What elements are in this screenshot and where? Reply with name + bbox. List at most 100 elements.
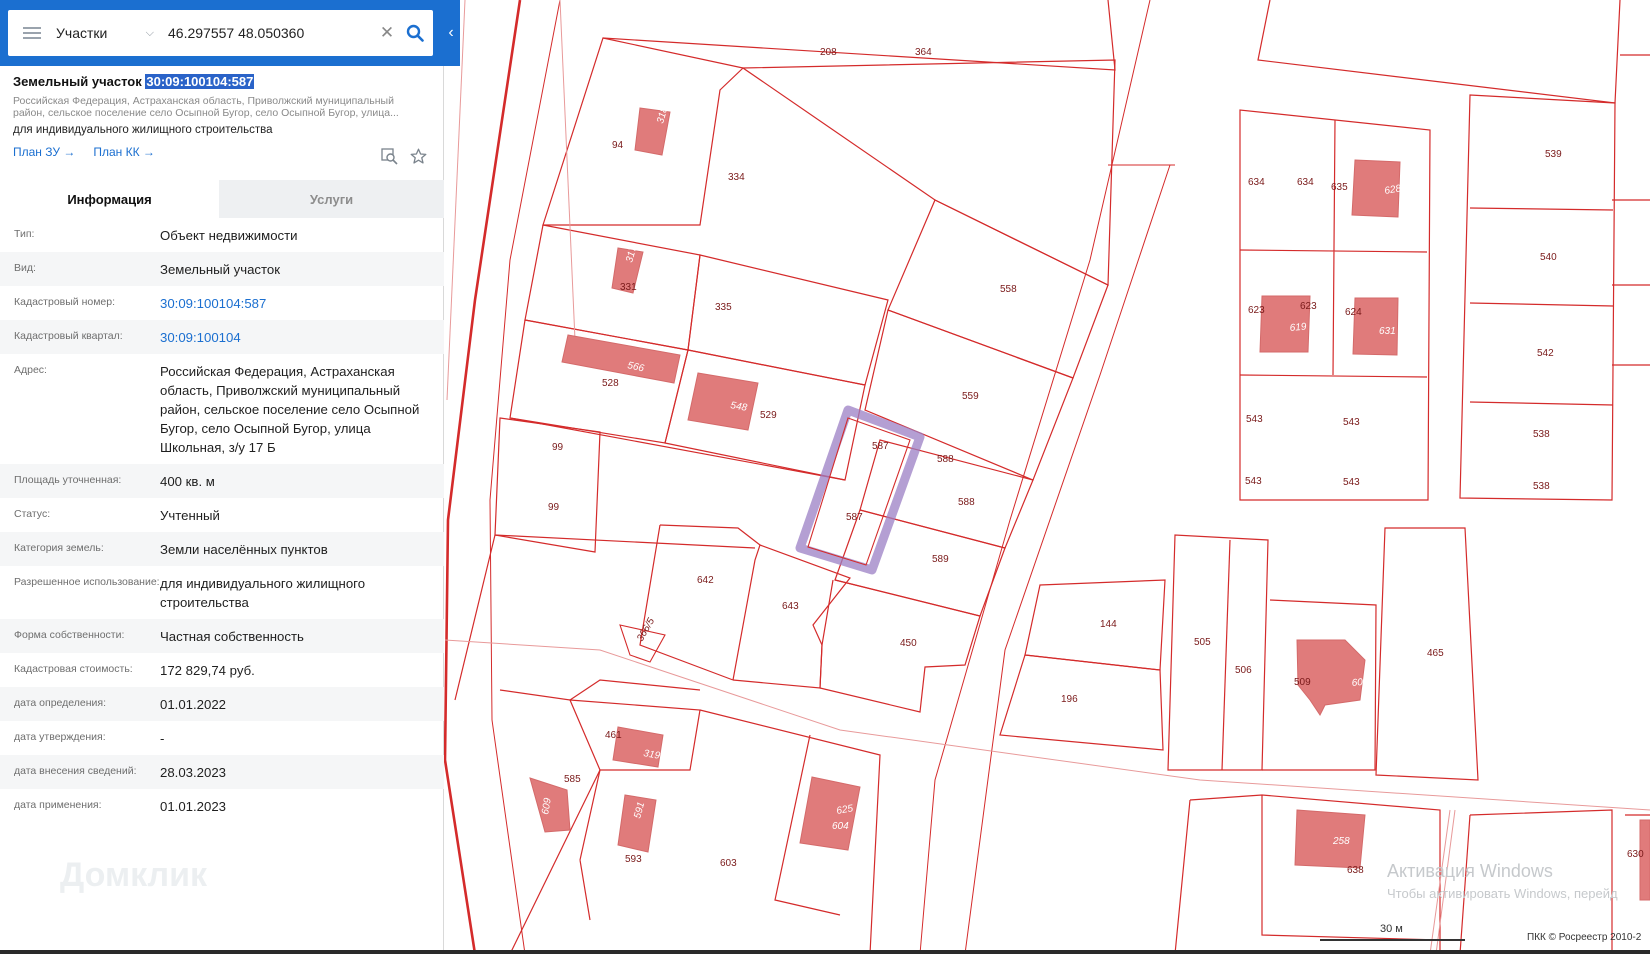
property-row: Разрешенное использование: для индивидуал…	[0, 566, 444, 619]
info-panel: Земельный участок 30:09:100104:587 Росси…	[0, 0, 444, 954]
property-row: Кадастровый номер: 30:09:100104:587	[0, 286, 444, 320]
parcel-label: 558	[1000, 284, 1017, 295]
building-258	[1294, 809, 1366, 869]
property-value: Земельный участок	[160, 262, 281, 277]
parcel-label: 585	[564, 774, 581, 785]
property-key: дата применения:	[14, 799, 102, 811]
parcel-label: 94	[612, 140, 624, 151]
chevron-down-icon: ⌵	[145, 26, 154, 39]
domclick-watermark: Домклик	[60, 856, 208, 894]
property-row: Кадастровый квартал: 30:09:100104	[0, 320, 444, 354]
parcel-label: 630	[1627, 849, 1644, 860]
parcel-label: 144	[1100, 619, 1117, 630]
property-row: Вид: Земельный участок	[0, 252, 444, 286]
property-row: Категория земель: Земли населённых пункто…	[0, 532, 444, 566]
plan-kk-link[interactable]: План КК →	[93, 145, 155, 159]
property-value: Учтенный	[160, 508, 220, 523]
property-key: Форма собственности:	[14, 629, 125, 641]
property-value: 28.03.2023	[160, 765, 227, 780]
parcel-label: 335	[715, 302, 732, 313]
parcel-label: 635	[1331, 182, 1348, 193]
property-key: дата определения:	[14, 697, 107, 709]
property-key: Категория земель:	[14, 542, 104, 554]
property-value: Объект недвижимости	[160, 228, 298, 243]
parcel-label: 450	[900, 638, 917, 649]
property-key: Статус:	[14, 508, 51, 520]
collapse-panel-icon[interactable]: ‹	[442, 10, 460, 56]
tab-information[interactable]: Информация	[0, 180, 219, 218]
property-value: Российская Федерация, Астраханская облас…	[160, 364, 420, 455]
property-value: -	[160, 731, 165, 746]
property-row: дата применения: 01.01.2023	[0, 789, 444, 823]
plan-zu-link[interactable]: План ЗУ →	[13, 145, 75, 159]
property-value: Частная собственность	[160, 629, 304, 644]
search-icon[interactable]	[397, 10, 433, 56]
building-label: 619	[1289, 322, 1307, 334]
property-value: 01.01.2022	[160, 697, 227, 712]
tab-bar: Информация Услуги	[0, 180, 444, 218]
parcel-label: 334	[728, 172, 745, 183]
parcel-label: 538	[1533, 429, 1550, 440]
parcel-label: 465	[1427, 648, 1444, 659]
parcel-label: 542	[1537, 348, 1554, 359]
building-label: 631	[1379, 326, 1396, 337]
bottom-border	[0, 950, 1650, 954]
parcel-label: 589	[932, 554, 949, 565]
property-key: Кадастровый квартал:	[14, 330, 123, 342]
search-input[interactable]	[162, 13, 377, 53]
category-select[interactable]: Участки ⌵	[56, 25, 162, 41]
property-row: дата определения: 01.01.2022	[0, 687, 444, 721]
parcel-label: 623	[1300, 301, 1317, 312]
parcel-label: 196	[1061, 694, 1078, 705]
property-row: Адрес: Российская Федерация, Астраханская…	[0, 354, 444, 464]
search-bar: Участки ⌵ ✕ ‹	[0, 0, 460, 66]
property-value: 172 829,74 руб.	[160, 663, 255, 678]
parcel-label: 208	[820, 47, 837, 58]
clear-icon[interactable]: ✕	[377, 23, 397, 43]
property-key: дата внесения сведений:	[14, 765, 137, 777]
parcel-label: 331	[620, 282, 637, 293]
parcel-label: 528	[602, 378, 619, 389]
search-box: Участки ⌵ ✕	[8, 10, 433, 56]
building-label: 258	[1332, 836, 1350, 847]
parcel-label: 588	[937, 454, 954, 465]
cad-quarter-link[interactable]: 30:09:100104	[160, 328, 430, 347]
property-row: Тип: Объект недвижимости	[0, 218, 444, 252]
parcel-label: 588	[958, 497, 975, 508]
property-value: 400 кв. м	[160, 474, 215, 489]
parcel-label: 623	[1248, 305, 1265, 316]
parcel-title-prefix: Земельный участок	[13, 74, 142, 89]
properties-table: Тип: Объект недвижимости Вид: Земельный уч…	[0, 218, 444, 823]
star-icon[interactable]	[410, 148, 427, 170]
windows-activation-notice: Активация Windows Чтобы активировать Win…	[1387, 861, 1618, 901]
parcel-label: 509	[1294, 677, 1311, 688]
parcel-cad-number[interactable]: 30:09:100104:587	[145, 74, 255, 89]
tab-services[interactable]: Услуги	[219, 180, 444, 218]
cad-number-link[interactable]: 30:09:100104:587	[160, 294, 430, 313]
parcel-title: Земельный участок 30:09:100104:587	[13, 74, 433, 89]
parcel-label: 624	[1345, 307, 1362, 318]
parcel-address-short: Российская Федерация, Астраханская облас…	[13, 95, 399, 119]
category-select-value: Участки	[56, 25, 108, 41]
parcel-label: 603	[720, 858, 737, 869]
property-key: Кадастровая стоимость:	[14, 663, 133, 675]
parcel-label: 543	[1343, 477, 1360, 488]
parcel-use: для индивидуального жилищного строительс…	[13, 124, 273, 136]
parcel-label: 587	[846, 512, 863, 523]
parcel-label: 99	[552, 442, 564, 453]
parcel-label: 593	[625, 854, 642, 865]
property-row: Статус: Учтенный	[0, 498, 444, 532]
copyright-text: ПКК © Росреестр 2010-2	[1527, 932, 1642, 943]
property-row: дата внесения сведений: 28.03.2023	[0, 755, 444, 789]
activation-subtitle: Чтобы активировать Windows, перейд	[1387, 886, 1618, 901]
building-548	[687, 372, 759, 431]
parcel-label: 634	[1297, 177, 1314, 188]
property-key: Площадь уточненная:	[14, 474, 122, 486]
zoom-to-object-icon[interactable]	[381, 148, 398, 170]
property-key: Тип:	[14, 228, 35, 240]
property-value: 01.01.2023	[160, 799, 227, 814]
menu-icon[interactable]	[8, 10, 56, 56]
parcel-header: Земельный участок 30:09:100104:587 Росси…	[13, 74, 433, 159]
parcel-label: 642	[697, 575, 714, 586]
property-value: Земли населённых пунктов	[160, 542, 328, 557]
